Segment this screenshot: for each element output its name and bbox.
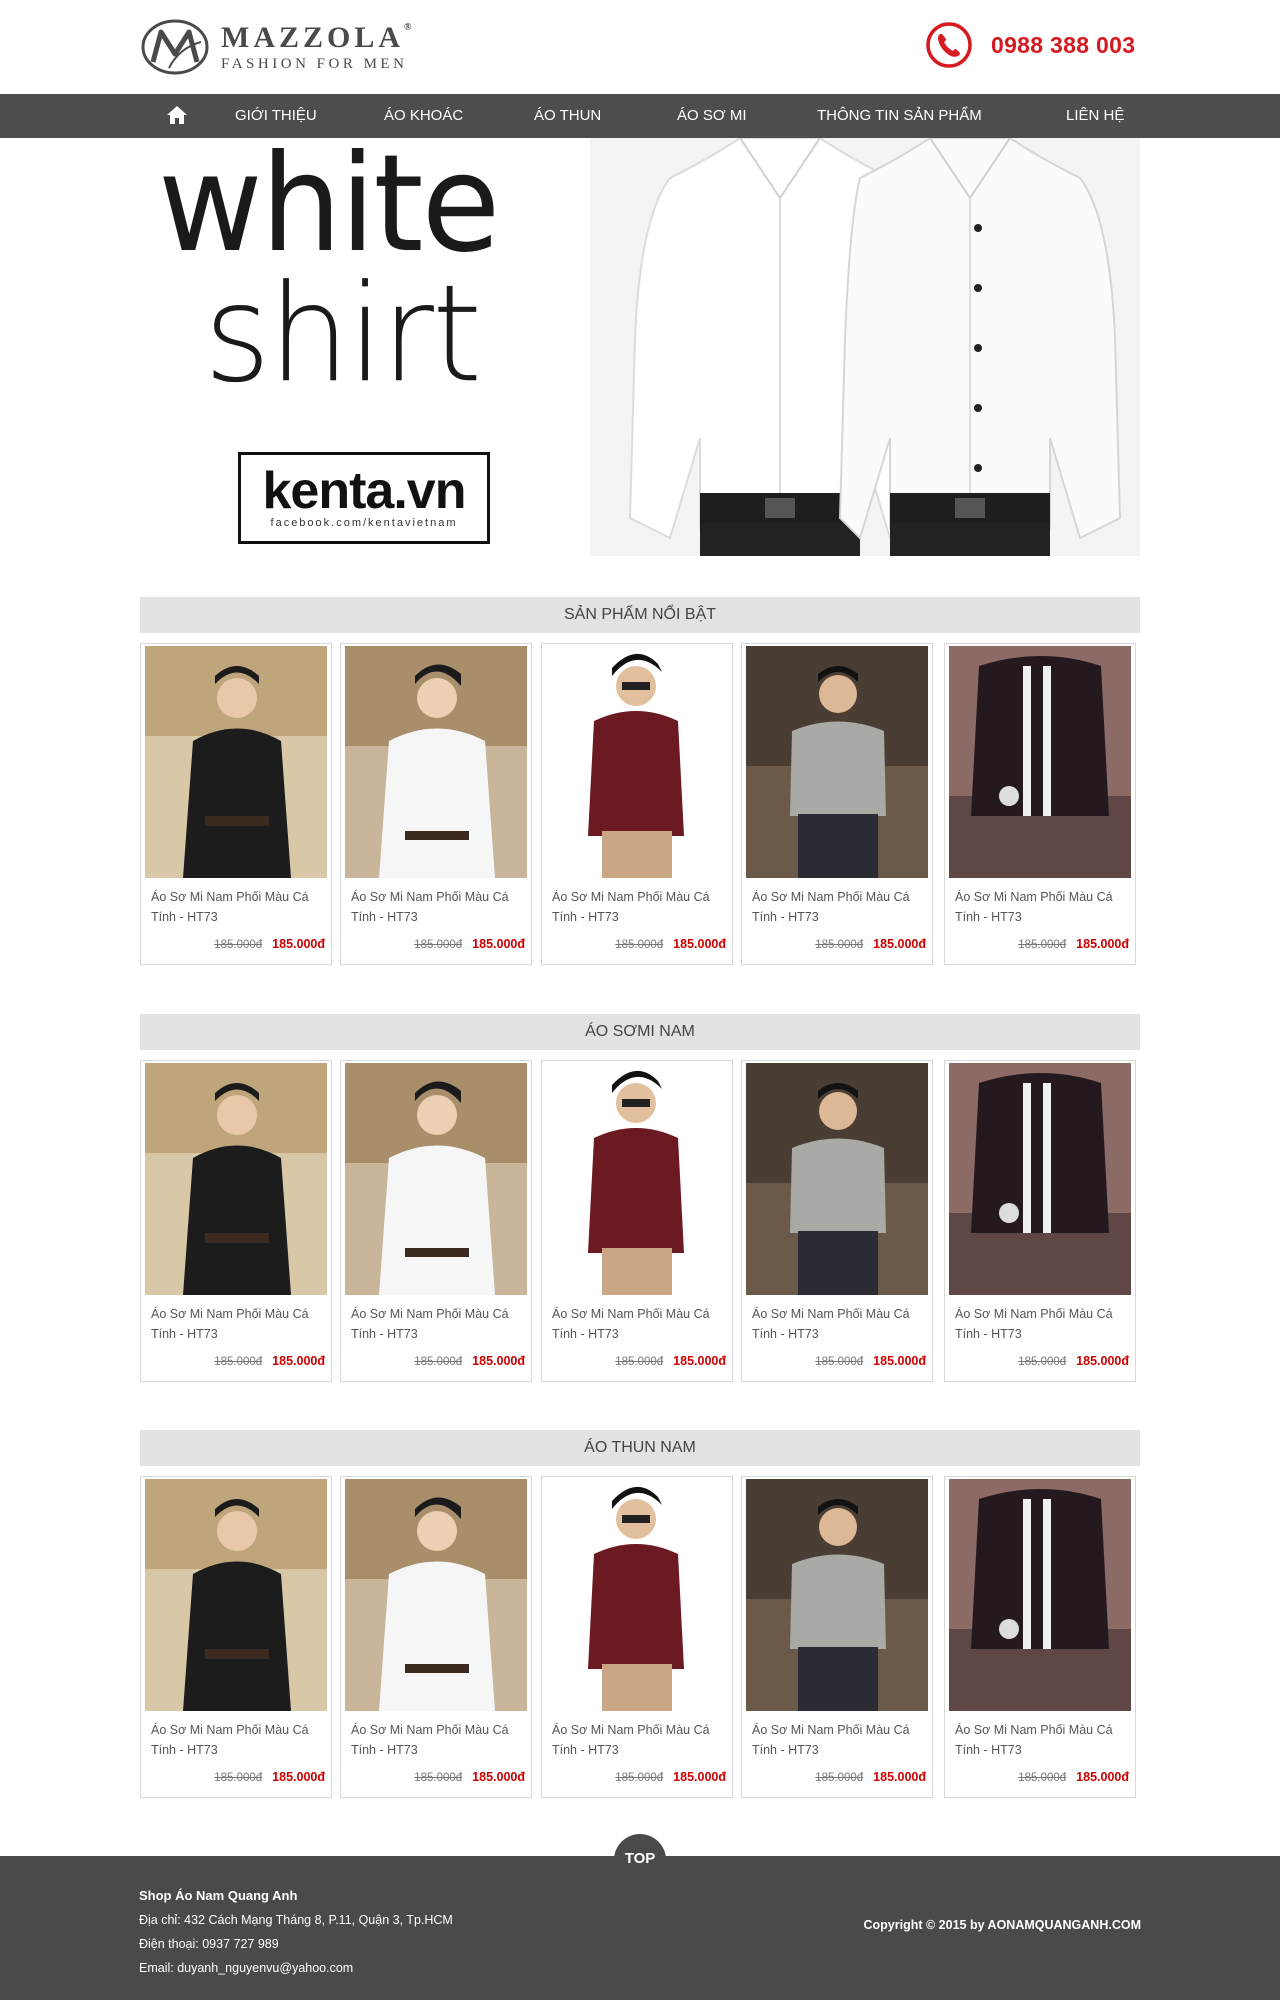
hotline[interactable]: 0988 388 003 (925, 21, 1135, 69)
product-card[interactable]: Áo Sơ Mi Nam Phối Màu Cá Tính - HT73 185… (541, 643, 733, 965)
nav-item-ao-so-mi[interactable]: ÁO SƠ MI (677, 94, 747, 138)
product-grid-ao-thun-nam: Áo Sơ Mi Nam Phối Màu Cá Tính - HT73 185… (140, 1476, 1140, 1798)
product-name[interactable]: Áo Sơ Mi Nam Phối Màu Cá Tính - HT73 (955, 1720, 1131, 1760)
product-price: 185.000đ 185.000đ (214, 937, 325, 951)
product-card[interactable]: Áo Sơ Mi Nam Phối Màu Cá Tính - HT73 185… (541, 1060, 733, 1382)
product-card[interactable]: Áo Sơ Mi Nam Phối Màu Cá Tính - HT73 185… (140, 1476, 332, 1798)
product-price: 185.000đ 185.000đ (815, 937, 926, 951)
product-card[interactable]: Áo Sơ Mi Nam Phối Màu Cá Tính - HT73 185… (140, 1060, 332, 1382)
nav-item-ao-khoac[interactable]: ÁO KHOÁC (384, 94, 463, 138)
product-image[interactable] (746, 1063, 928, 1295)
product-price: 185.000đ 185.000đ (414, 937, 525, 951)
product-price: 185.000đ 185.000đ (815, 1354, 926, 1368)
product-image[interactable] (345, 646, 527, 878)
footer-phone: Điện thoại: 0937 727 989 (139, 1937, 279, 1951)
logo-tagline: FASHION FOR MEN (221, 55, 408, 72)
product-image[interactable] (949, 646, 1131, 878)
product-price: 185.000đ 185.000đ (1018, 1354, 1129, 1368)
hotline-number[interactable]: 0988 388 003 (991, 32, 1135, 59)
home-icon[interactable] (166, 105, 188, 125)
product-price: 185.000đ 185.000đ (414, 1354, 525, 1368)
main-navigation: GIỚI THIỆU ÁO KHOÁC ÁO THUN ÁO SƠ MI THÔ… (0, 94, 1280, 138)
product-price: 185.000đ 185.000đ (1018, 1770, 1129, 1784)
footer-email[interactable]: Email: duyanh_nguyenvu@yahoo.com (139, 1956, 453, 1980)
product-price: 185.000đ 185.000đ (1018, 937, 1129, 951)
phone-icon (926, 22, 972, 68)
footer-copyright: Copyright © 2015 by AONAMQUANGANH.COM (863, 1918, 1141, 1932)
footer-contact: Shop Áo Nam Quang Anh Địa chỉ: 432 Cách … (139, 1884, 453, 1980)
product-image[interactable] (145, 1479, 327, 1711)
hero-banner[interactable]: white shirt kenta.vn facebook.com/kentav… (140, 138, 1140, 556)
product-name[interactable]: Áo Sơ Mi Nam Phối Màu Cá Tính - HT73 (752, 1720, 928, 1760)
product-card[interactable]: Áo Sơ Mi Nam Phối Màu Cá Tính - HT73 185… (944, 643, 1136, 965)
product-card[interactable]: Áo Sơ Mi Nam Phối Màu Cá Tính - HT73 185… (944, 1060, 1136, 1382)
footer-shop-name: Shop Áo Nam Quang Anh (139, 1888, 298, 1903)
product-price: 185.000đ 185.000đ (214, 1770, 325, 1784)
product-image[interactable] (345, 1479, 527, 1711)
product-image[interactable] (145, 646, 327, 878)
product-card[interactable]: Áo Sơ Mi Nam Phối Màu Cá Tính - HT73 185… (741, 1476, 933, 1798)
product-image[interactable] (546, 1479, 728, 1711)
product-name[interactable]: Áo Sơ Mi Nam Phối Màu Cá Tính - HT73 (351, 887, 527, 927)
product-name[interactable]: Áo Sơ Mi Nam Phối Màu Cá Tính - HT73 (151, 887, 327, 927)
product-image[interactable] (746, 1479, 928, 1711)
product-image[interactable] (145, 1063, 327, 1295)
product-grid-ao-somi-nam: Áo Sơ Mi Nam Phối Màu Cá Tính - HT73 185… (140, 1060, 1140, 1382)
logo-monogram-icon (141, 19, 209, 75)
nav-item-thong-tin-san-pham[interactable]: THÔNG TIN SẢN PHẨM (817, 94, 982, 138)
product-price: 185.000đ 185.000đ (615, 1354, 726, 1368)
product-name[interactable]: Áo Sơ Mi Nam Phối Màu Cá Tính - HT73 (552, 1720, 728, 1760)
product-name[interactable]: Áo Sơ Mi Nam Phối Màu Cá Tính - HT73 (552, 1304, 728, 1344)
section-title-ao-thun-nam: ÁO THUN NAM (140, 1430, 1140, 1466)
product-name[interactable]: Áo Sơ Mi Nam Phối Màu Cá Tính - HT73 (752, 887, 928, 927)
nav-item-lien-he[interactable]: LIÊN HỆ (1066, 94, 1124, 138)
product-name[interactable]: Áo Sơ Mi Nam Phối Màu Cá Tính - HT73 (351, 1304, 527, 1344)
product-name[interactable]: Áo Sơ Mi Nam Phối Màu Cá Tính - HT73 (955, 887, 1131, 927)
product-card[interactable]: Áo Sơ Mi Nam Phối Màu Cá Tính - HT73 185… (340, 643, 532, 965)
nav-item-gioi-thieu[interactable]: GIỚI THIỆU (235, 94, 317, 138)
product-card[interactable]: Áo Sơ Mi Nam Phối Màu Cá Tính - HT73 185… (541, 1476, 733, 1798)
product-grid-featured: Áo Sơ Mi Nam Phối Màu Cá Tính - HT73 185… (140, 643, 1140, 965)
footer-address: Địa chỉ: 432 Cách Mạng Tháng 8, P.11, Qu… (139, 1913, 453, 1927)
product-name[interactable]: Áo Sơ Mi Nam Phối Màu Cá Tính - HT73 (351, 1720, 527, 1760)
banner-shirt-image (590, 138, 1140, 556)
product-price: 185.000đ 185.000đ (815, 1770, 926, 1784)
banner-title: white shirt (158, 138, 500, 413)
section-title-featured: SẢN PHẨM NỔI BẬT (140, 597, 1140, 633)
product-name[interactable]: Áo Sơ Mi Nam Phối Màu Cá Tính - HT73 (752, 1304, 928, 1344)
product-card[interactable]: Áo Sơ Mi Nam Phối Màu Cá Tính - HT73 185… (340, 1476, 532, 1798)
nav-item-ao-thun[interactable]: ÁO THUN (534, 94, 601, 138)
banner-brand-url: facebook.com/kentavietnam (270, 517, 458, 529)
section-title-ao-somi-nam: ÁO SƠMI NAM (140, 1014, 1140, 1050)
product-name[interactable]: Áo Sơ Mi Nam Phối Màu Cá Tính - HT73 (151, 1720, 327, 1760)
product-card[interactable]: Áo Sơ Mi Nam Phối Màu Cá Tính - HT73 185… (340, 1060, 532, 1382)
logo-name: MAZZOLA® (221, 20, 412, 54)
banner-brand: kenta.vn (262, 462, 467, 520)
product-name[interactable]: Áo Sơ Mi Nam Phối Màu Cá Tính - HT73 (151, 1304, 327, 1344)
product-image[interactable] (949, 1479, 1131, 1711)
product-price: 185.000đ 185.000đ (615, 1770, 726, 1784)
product-image[interactable] (746, 646, 928, 878)
banner-brand-box: kenta.vn facebook.com/kentavietnam (238, 452, 490, 544)
product-card[interactable]: Áo Sơ Mi Nam Phối Màu Cá Tính - HT73 185… (944, 1476, 1136, 1798)
product-image[interactable] (345, 1063, 527, 1295)
product-name[interactable]: Áo Sơ Mi Nam Phối Màu Cá Tính - HT73 (955, 1304, 1131, 1344)
product-price: 185.000đ 185.000đ (414, 1770, 525, 1784)
back-to-top-button[interactable]: TOP (614, 1834, 666, 1886)
product-price: 185.000đ 185.000đ (214, 1354, 325, 1368)
site-header: MAZZOLA® FASHION FOR MEN 0988 388 003 (0, 0, 1280, 94)
product-image[interactable] (546, 646, 728, 878)
product-image[interactable] (546, 1063, 728, 1295)
site-logo[interactable]: MAZZOLA® FASHION FOR MEN (139, 18, 429, 76)
product-card[interactable]: Áo Sơ Mi Nam Phối Màu Cá Tính - HT73 185… (741, 1060, 933, 1382)
product-image[interactable] (949, 1063, 1131, 1295)
product-card[interactable]: Áo Sơ Mi Nam Phối Màu Cá Tính - HT73 185… (741, 643, 933, 965)
product-name[interactable]: Áo Sơ Mi Nam Phối Màu Cá Tính - HT73 (552, 887, 728, 927)
product-price: 185.000đ 185.000đ (615, 937, 726, 951)
product-card[interactable]: Áo Sơ Mi Nam Phối Màu Cá Tính - HT73 185… (140, 643, 332, 965)
